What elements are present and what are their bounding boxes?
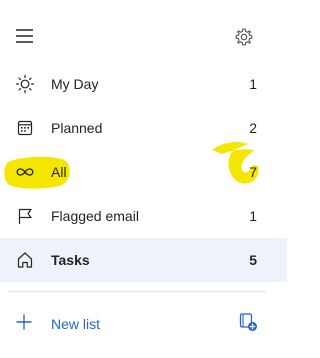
nav-item-count: 2	[249, 120, 257, 136]
nav-item-label: Planned	[51, 120, 103, 136]
smart-lists: My Day 1 Planned 2 All 7 Flagged email 1…	[0, 62, 287, 282]
todo-sidebar: My Day 1 Planned 2 All 7 Flagged email 1…	[0, 0, 287, 358]
gear-icon[interactable]	[233, 26, 255, 48]
sidebar-header	[0, 0, 287, 62]
nav-item-my-day[interactable]: My Day 1	[0, 62, 287, 106]
nav-item-count: 7	[249, 164, 257, 180]
divider	[8, 291, 266, 292]
home-icon	[14, 249, 36, 271]
sun-icon	[14, 73, 36, 95]
nav-item-label: Tasks	[51, 252, 90, 268]
nav-item-all[interactable]: All 7	[0, 142, 287, 194]
new-group-icon[interactable]	[238, 312, 258, 332]
calendar-icon	[14, 117, 36, 139]
new-list-label: New list	[51, 316, 101, 332]
nav-item-label: Flagged email	[51, 208, 139, 224]
nav-item-planned[interactable]: Planned 2	[0, 106, 287, 150]
nav-item-label: My Day	[51, 76, 99, 92]
nav-item-count: 1	[249, 208, 257, 224]
infinity-icon	[14, 161, 36, 183]
nav-item-label: All	[51, 164, 67, 180]
nav-item-count: 5	[249, 252, 257, 268]
nav-item-flagged-email[interactable]: Flagged email 1	[0, 194, 287, 238]
plus-icon	[14, 312, 34, 332]
nav-item-tasks[interactable]: Tasks 5	[0, 238, 287, 282]
nav-item-count: 1	[249, 76, 257, 92]
hamburger-icon[interactable]	[14, 27, 36, 45]
flag-icon	[14, 205, 36, 227]
